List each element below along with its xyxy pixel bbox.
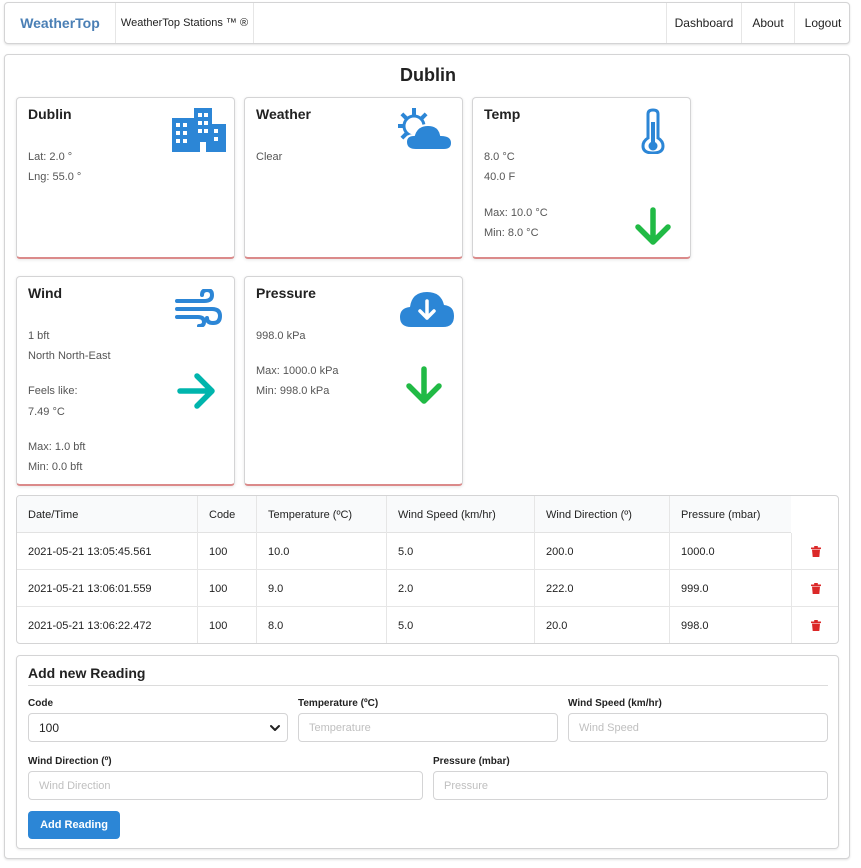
cell-pressure: 998.0 xyxy=(669,607,791,643)
cell-wind-direction: 200.0 xyxy=(534,533,669,570)
pressure-min: Min: 998.0 kPa xyxy=(256,385,330,397)
cloud-download-icon xyxy=(400,292,454,327)
station-lng: Lng: 55.0 ° xyxy=(28,171,82,183)
wind-direction: North North-East xyxy=(28,350,111,362)
form-title: Add new Reading xyxy=(28,665,146,681)
cell-code: 100 xyxy=(197,533,256,570)
delete-reading-button[interactable] xyxy=(791,533,838,570)
temp-card: Temp 8.0 °C 40.0 F Max: 10.0 °C Min: 8.0… xyxy=(472,97,691,259)
cell-pressure: 1000.0 xyxy=(669,533,791,570)
wind-direction-label: Wind Direction (º) xyxy=(28,756,112,767)
card-title: Wind xyxy=(28,285,63,301)
code-select-value: 100 xyxy=(39,720,60,735)
code-select[interactable]: 100 xyxy=(28,713,288,742)
cell-code: 100 xyxy=(197,607,256,643)
thermometer-icon xyxy=(641,108,665,154)
sun-cloud-icon xyxy=(398,108,454,151)
add-reading-form: Add new Reading Code 100 Temperature (ºC… xyxy=(16,655,839,849)
card-title: Weather xyxy=(256,106,311,122)
pressure-label: Pressure (mbar) xyxy=(433,756,510,767)
cell-datetime: 2021-05-21 13:05:45.561 xyxy=(28,545,152,558)
readings-table: Date/Time Code Temperature (ºC) Wind Spe… xyxy=(16,495,839,644)
trash-icon xyxy=(811,583,821,594)
header-wind-speed: Wind Speed (km/hr) xyxy=(386,496,534,533)
wind-card: Wind 1 bft North North-East Feels like: … xyxy=(16,276,235,486)
weather-condition: Clear xyxy=(256,151,283,163)
cell-wind-speed: 5.0 xyxy=(386,533,534,570)
table-header: Date/Time Code Temperature (ºC) Wind Spe… xyxy=(17,496,791,533)
pressure-card: Pressure 998.0 kPa Max: 1000.0 kPa Min: … xyxy=(244,276,463,486)
nav-about-link[interactable]: About xyxy=(741,3,794,43)
header-wind-direction: Wind Direction (º) xyxy=(534,496,669,533)
cell-wind-speed: 5.0 xyxy=(386,607,534,643)
arrow-down-icon xyxy=(406,366,442,404)
cell-temperature: 9.0 xyxy=(256,570,386,607)
nav-logout-link[interactable]: Logout xyxy=(794,3,851,43)
card-title: Dublin xyxy=(28,106,72,122)
wind-max: Max: 1.0 bft xyxy=(28,441,86,453)
wind-feels-value: 7.49 °C xyxy=(28,406,65,418)
header-code: Code xyxy=(197,496,256,533)
delete-reading-button[interactable] xyxy=(791,607,838,643)
cell-wind-direction: 20.0 xyxy=(534,607,669,643)
wind-min: Min: 0.0 bft xyxy=(28,461,83,473)
arrow-down-icon xyxy=(635,207,671,245)
cell-datetime: 2021-05-21 13:06:01.559 xyxy=(28,582,152,595)
card-title: Temp xyxy=(484,106,521,122)
building-icon xyxy=(172,108,226,152)
arrow-right-icon xyxy=(177,373,215,409)
station-lat: Lat: 2.0 ° xyxy=(28,151,73,163)
wind-speed: 1 bft xyxy=(28,330,50,342)
wind-speed-label: Wind Speed (km/hr) xyxy=(568,698,662,709)
cell-temperature: 8.0 xyxy=(256,607,386,643)
header-datetime: Date/Time xyxy=(28,508,79,521)
table-row: 2021-05-21 13:05:45.561 100 10.0 5.0 200… xyxy=(17,533,838,570)
cell-wind-direction: 222.0 xyxy=(534,570,669,607)
card-title: Pressure xyxy=(256,285,316,301)
header-temperature: Temperature (ºC) xyxy=(256,496,386,533)
wind-speed-input[interactable] xyxy=(568,713,828,742)
pressure-value: 998.0 kPa xyxy=(256,330,306,342)
temp-min: Min: 8.0 °C xyxy=(484,227,539,239)
delete-reading-button[interactable] xyxy=(791,570,838,607)
nav-dashboard-link[interactable]: Dashboard xyxy=(666,3,741,43)
cell-temperature: 10.0 xyxy=(256,533,386,570)
station-card: Dublin Lat: 2.0 ° Lng: 55.0 ° xyxy=(16,97,235,259)
page-title: Dublin xyxy=(400,65,456,85)
nav-stations-link[interactable]: WeatherTop Stations ™ ® xyxy=(116,3,254,43)
weather-card: Weather Clear xyxy=(244,97,463,259)
table-row: 2021-05-21 13:06:01.559 100 9.0 2.0 222.… xyxy=(17,570,838,607)
wind-icon xyxy=(175,289,222,327)
trash-icon xyxy=(811,546,821,557)
station-segment: Dublin Dublin Lat: 2.0 ° Lng: 55.0 ° Wea… xyxy=(4,54,850,859)
pressure-max: Max: 1000.0 kPa xyxy=(256,365,339,377)
temp-celsius: 8.0 °C xyxy=(484,151,515,163)
pressure-input[interactable] xyxy=(433,771,828,800)
table-row: 2021-05-21 13:06:22.472 100 8.0 5.0 20.0… xyxy=(17,607,838,643)
temp-fahrenheit: 40.0 F xyxy=(484,171,516,183)
cell-datetime: 2021-05-21 13:06:22.472 xyxy=(28,619,152,632)
header-pressure: Pressure (mbar) xyxy=(669,496,791,533)
brand-link[interactable]: WeatherTop xyxy=(5,3,116,43)
top-navbar: WeatherTop WeatherTop Stations ™ ® Dashb… xyxy=(4,2,850,44)
form-divider xyxy=(28,685,828,686)
wind-feels-label: Feels like: xyxy=(28,385,78,397)
trash-icon xyxy=(811,620,821,631)
chevron-down-icon xyxy=(270,725,280,731)
code-label: Code xyxy=(28,698,53,709)
wind-direction-input[interactable] xyxy=(28,771,423,800)
temp-max: Max: 10.0 °C xyxy=(484,207,548,219)
cell-wind-speed: 2.0 xyxy=(386,570,534,607)
cell-code: 100 xyxy=(197,570,256,607)
cell-pressure: 999.0 xyxy=(669,570,791,607)
add-reading-button[interactable]: Add Reading xyxy=(28,811,120,839)
temperature-label: Temperature (ºC) xyxy=(298,698,379,709)
temperature-input[interactable] xyxy=(298,713,558,742)
